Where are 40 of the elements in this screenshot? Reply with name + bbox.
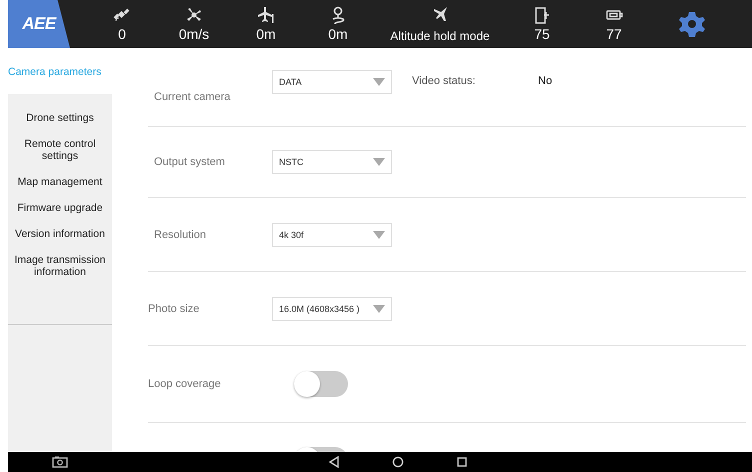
logo-text: AEE <box>22 14 56 34</box>
dropdown[interactable]: NSTC <box>272 150 392 174</box>
stat-value: 0m <box>328 26 348 42</box>
status-label: Video status: <box>412 75 476 87</box>
setting-label: Resolution <box>153 228 207 240</box>
airplane-icon <box>257 6 275 24</box>
stat-value: 0m <box>256 26 276 42</box>
stat-value: 0 <box>118 26 126 42</box>
setting-label: Current camera <box>153 91 232 103</box>
satellite-icon <box>113 6 131 24</box>
dropdown[interactable]: 4k 30f <box>272 222 392 246</box>
sidebar-item[interactable]: Firmware upgrade <box>8 198 112 218</box>
setting-label: Loop coverage <box>148 378 222 390</box>
home-icon[interactable] <box>392 456 404 468</box>
sidebar-item[interactable]: Image transmission information <box>8 250 112 282</box>
battery-icon <box>533 6 551 24</box>
dropdown[interactable]: 16.0M (4608x3456 ) <box>272 296 392 320</box>
stat-value: 0m/s <box>178 26 210 42</box>
sidebar-item[interactable]: Remote control settings <box>8 134 112 166</box>
recent-apps-icon[interactable] <box>456 456 468 468</box>
toggle-switch[interactable] <box>294 371 348 397</box>
airplane-icon <box>431 5 449 23</box>
setting-label: Photo size <box>148 302 200 314</box>
settings-icon[interactable] <box>678 10 706 38</box>
setting-label: Output system <box>153 156 226 168</box>
caret-icon <box>373 158 385 166</box>
back-icon[interactable] <box>328 456 340 468</box>
drone-icon <box>185 6 203 24</box>
sidebar-item[interactable]: Version information <box>8 224 112 244</box>
dropdown[interactable]: DATA <box>272 70 392 94</box>
stat-value: 75 <box>534 26 550 42</box>
sidebar-item[interactable]: Drone settings <box>8 108 112 128</box>
caret-icon <box>373 230 385 238</box>
caret-icon <box>373 304 385 312</box>
caret-icon <box>373 78 385 86</box>
sidebar-item[interactable]: Map management <box>8 172 112 192</box>
status-value: No <box>538 75 552 87</box>
stat-value: Altitude hold mode <box>390 29 490 43</box>
stat-value: 77 <box>606 26 622 42</box>
screenshot-icon[interactable] <box>52 456 68 468</box>
